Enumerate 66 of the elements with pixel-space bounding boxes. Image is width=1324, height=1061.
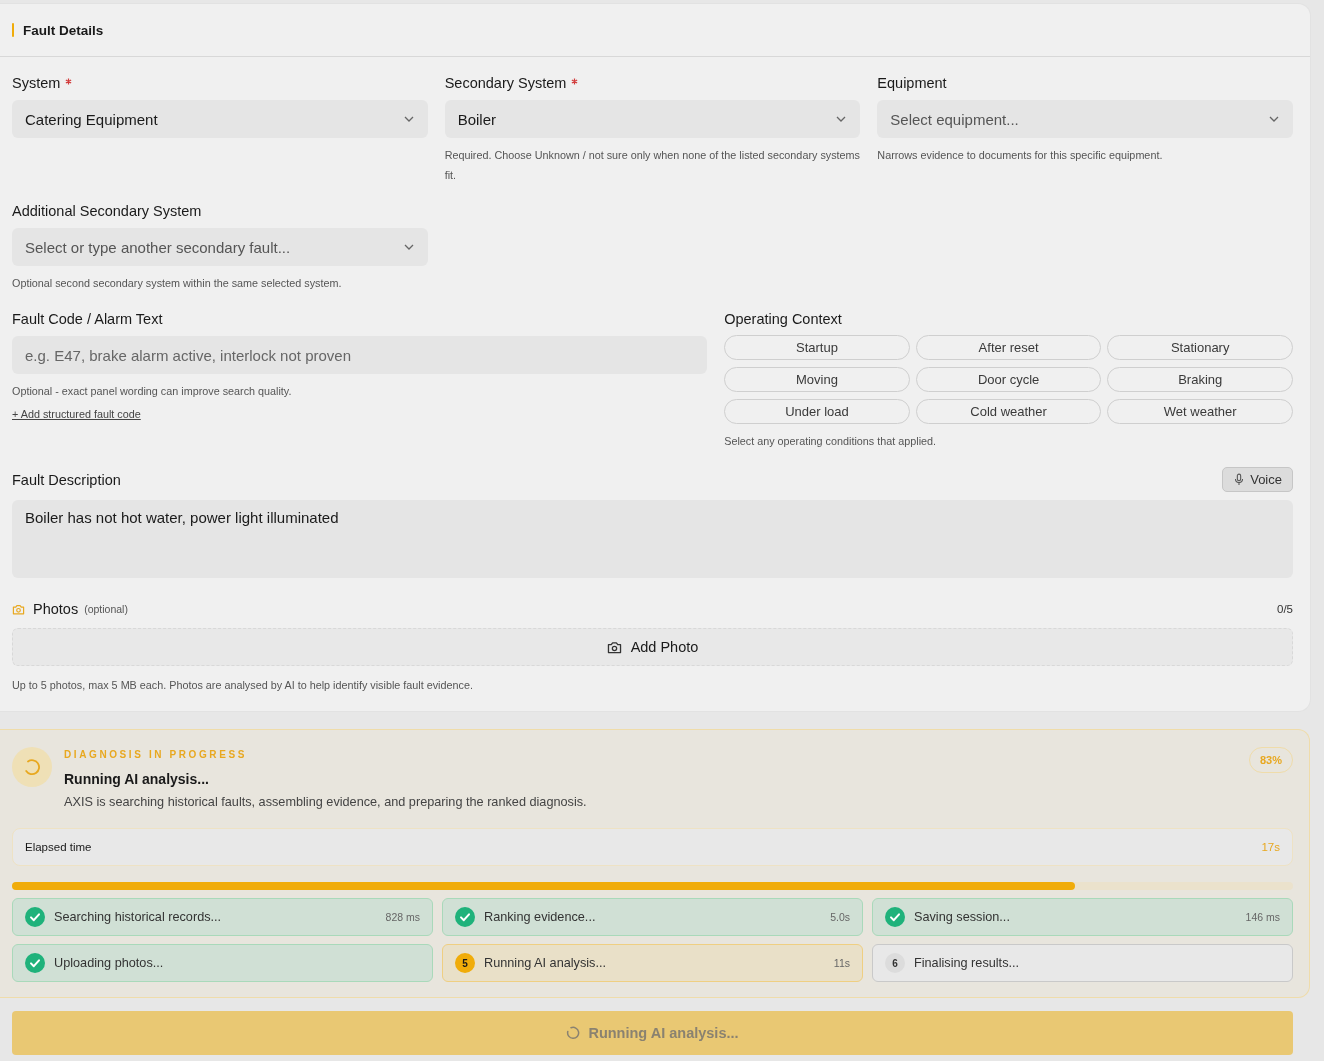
photos-label: Photos <box>33 601 79 617</box>
add-fault-code-link[interactable]: + Add structured fault code <box>12 407 141 421</box>
context-chip[interactable]: Door cycle <box>915 367 1102 392</box>
step-duration: 828 ms <box>385 911 420 923</box>
context-chip[interactable]: Moving <box>724 367 910 392</box>
step-label: Finalising results... <box>914 956 1020 970</box>
diagnosis-title: Running AI analysis... <box>64 770 210 788</box>
step-duration: 11s <box>833 957 850 969</box>
field-label: Secondary System <box>444 75 567 91</box>
spinner-icon <box>566 1026 581 1040</box>
status-eyebrow: DIAGNOSIS IN PROGRESS <box>64 748 248 762</box>
chevron-down-icon <box>403 244 414 250</box>
optional-note: (optional) <box>84 603 128 615</box>
elapsed-label: Elapsed time <box>25 841 92 853</box>
section-title: Fault Details <box>23 22 104 38</box>
step-label: Saving session... <box>914 910 1010 924</box>
context-chip[interactable]: After reset <box>915 335 1102 360</box>
add-photo-button[interactable]: Add Photo <box>12 628 1293 666</box>
check-circle-icon <box>885 907 905 927</box>
dropdown-field[interactable]: Select or type another secondary fault... <box>12 228 428 266</box>
context-chip[interactable]: Wet weather <box>1107 399 1293 424</box>
camera-icon <box>12 603 25 615</box>
help-text: Required. Choose Unknown / not sure only when none of the listed secondary systems fit. <box>444 148 861 183</box>
photo-count: 0/5 <box>1277 603 1293 615</box>
help-text: Up to 5 photos, max 5 MB each. Photos are analysed by AI to help identify visible fault evidence. <box>12 678 474 693</box>
context-chip[interactable]: Cold weather <box>915 399 1102 424</box>
step-label: Uploading photos... <box>54 956 164 970</box>
context-chip[interactable]: Stationary <box>1107 335 1293 360</box>
chevron-down-icon <box>836 116 847 122</box>
spinner-icon <box>12 747 52 787</box>
help-text: Select any operating conditions that applied. <box>724 434 937 449</box>
field-label: System <box>12 75 61 91</box>
dropdown-field[interactable]: Catering Equipment <box>12 100 428 138</box>
field-label: Fault Code / Alarm Text <box>12 311 163 327</box>
context-chip[interactable]: Startup <box>724 335 910 360</box>
help-text: Narrows evidence to documents for this specific equipment. <box>877 148 1163 163</box>
dropdown-field[interactable]: Boiler <box>444 100 861 138</box>
check-circle-icon <box>25 907 45 927</box>
diagnosis-description: AXIS is searching historical faults, assembling evidence, and preparing the ranked diagnosis. <box>64 794 588 811</box>
camera-icon <box>606 640 622 654</box>
accent-bar-icon <box>12 23 14 37</box>
help-text: Optional - exact panel wording can improve search quality. <box>12 384 292 399</box>
text-input[interactable]: e.g. E47, brake alarm active, interlock not proven <box>12 336 708 374</box>
dropdown-field[interactable]: Select equipment... <box>877 100 1293 138</box>
step-label: Searching historical records... <box>54 910 222 924</box>
help-text: Optional second secondary system within the same selected system. <box>12 276 342 291</box>
step-number: 6 <box>885 953 905 973</box>
field-label: Equipment <box>877 75 947 91</box>
context-chip[interactable]: Braking <box>1107 367 1293 392</box>
microphone-icon <box>1234 473 1245 486</box>
check-circle-icon <box>455 907 475 927</box>
step-duration: 5.0s <box>830 911 850 923</box>
step-label: Running AI analysis... <box>484 956 606 970</box>
elapsed-value: 17s <box>1261 841 1280 853</box>
field-label: Additional Secondary System <box>12 203 202 219</box>
step-duration: 146 ms <box>1245 911 1280 923</box>
check-circle-icon <box>25 953 45 973</box>
voice-button[interactable]: Voice <box>1222 467 1293 492</box>
chevron-down-icon <box>1269 116 1279 122</box>
step-number: 5 <box>455 953 475 973</box>
context-chip[interactable]: Under load <box>724 399 910 424</box>
step-label: Ranking evidence... <box>484 910 596 924</box>
field-label: Fault Description <box>12 471 121 488</box>
chevron-down-icon <box>403 116 414 122</box>
field-label: Operating Context <box>724 311 842 327</box>
description-textarea[interactable]: Boiler has not hot water, power light illuminated <box>12 500 1293 578</box>
